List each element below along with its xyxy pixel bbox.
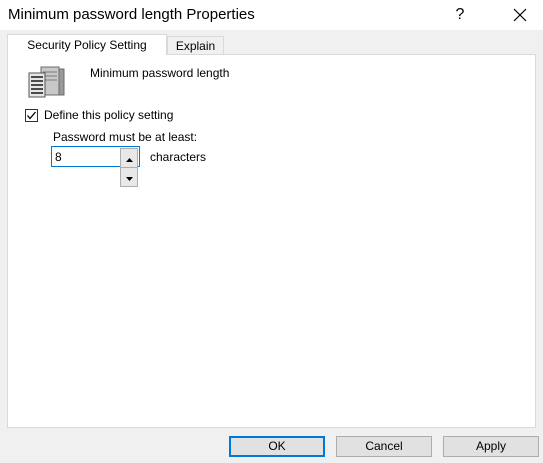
cancel-button[interactable]: Cancel (336, 436, 432, 457)
stepper-buttons (120, 148, 138, 187)
tab-security-policy-setting[interactable]: Security Policy Setting (7, 34, 167, 55)
minimum-length-label: Password must be at least: (53, 130, 198, 144)
tab-explain[interactable]: Explain (167, 36, 224, 55)
stepper-down-button[interactable] (120, 168, 138, 187)
characters-label: characters (150, 150, 207, 164)
password-length-stepper[interactable] (51, 146, 140, 187)
define-policy-checkbox[interactable] (25, 108, 38, 122)
help-button[interactable]: ? (437, 0, 483, 30)
chevron-down-icon (125, 168, 133, 186)
window-title: Minimum password length Properties (8, 6, 255, 23)
define-policy-checkbox-row[interactable]: Define this policy setting (25, 108, 173, 122)
help-icon: ? (455, 6, 465, 23)
tab-panel: Minimum password length Define this poli… (7, 54, 536, 428)
server-policy-icon (27, 65, 69, 99)
stepper-up-button[interactable] (120, 148, 138, 168)
policy-name: Minimum password length (90, 66, 230, 80)
chevron-up-icon (125, 149, 133, 167)
define-policy-label: Define this policy setting (44, 108, 174, 122)
close-icon (513, 8, 527, 22)
password-length-input[interactable] (52, 147, 118, 166)
title-bar: Minimum password length Properties ? (0, 0, 543, 30)
ok-button[interactable]: OK (229, 436, 325, 457)
apply-button[interactable]: Apply (443, 436, 539, 457)
properties-dialog: Minimum password length Properties ? Sec… (0, 0, 543, 463)
close-button[interactable] (497, 0, 543, 30)
